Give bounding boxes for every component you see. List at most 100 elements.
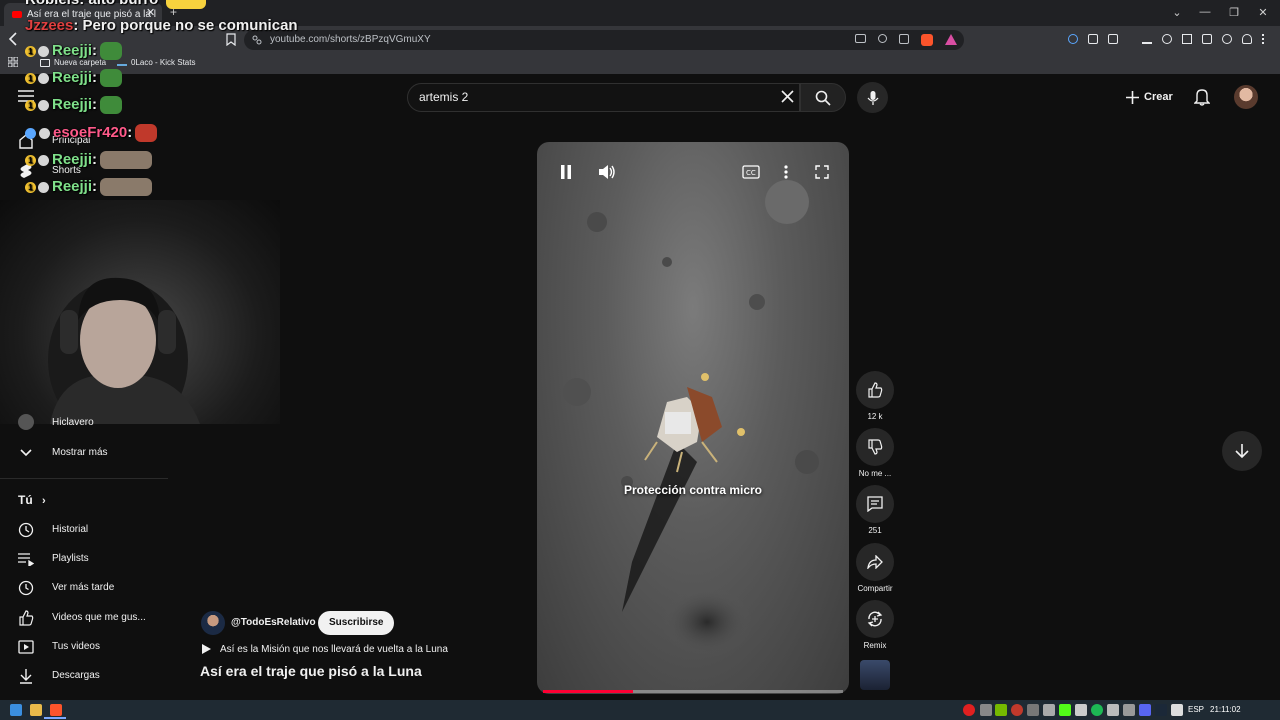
- taskbar-clock[interactable]: 21:11:02: [1210, 705, 1241, 714]
- back-icon[interactable]: [8, 32, 18, 46]
- sidebar-item-your-videos[interactable]: Tus videos: [0, 632, 168, 661]
- volume-button[interactable]: [592, 157, 622, 187]
- playlist-link[interactable]: Así es la Misión que nos llevará de vuel…: [201, 643, 448, 655]
- channel-handle[interactable]: @TodoEsRelativo: [231, 617, 316, 628]
- chat-message: Jzzees: Pero porque no se comunican: [25, 17, 298, 34]
- like-button[interactable]: [856, 371, 894, 409]
- downloads-icon: [0, 668, 52, 684]
- show-more-button[interactable]: Mostrar más: [0, 438, 168, 467]
- remix-button[interactable]: [856, 600, 894, 638]
- brave-browser-icon[interactable]: [50, 704, 62, 716]
- extensions-icon[interactable]: [1088, 34, 1098, 44]
- create-button[interactable]: Crear: [1120, 85, 1179, 109]
- minimize-icon[interactable]: —: [1198, 6, 1212, 18]
- comments-button[interactable]: [856, 485, 894, 523]
- brave-rewards-icon[interactable]: [945, 34, 957, 45]
- channel-avatar[interactable]: [201, 611, 225, 635]
- remix-label: Remix: [863, 641, 887, 650]
- windows-start-icon[interactable]: [10, 704, 22, 716]
- tray-kick-icon[interactable]: [1059, 704, 1071, 716]
- search-icon: [815, 90, 831, 106]
- windows-taskbar: [0, 700, 1280, 720]
- chevron-down-icon: [0, 448, 52, 457]
- sidebar-divider: [0, 478, 168, 479]
- sidebar-item-liked-videos[interactable]: Videos que me gus...: [0, 603, 168, 632]
- tray-app-icon[interactable]: [1027, 704, 1039, 716]
- omnibox-actions: [855, 34, 957, 46]
- cast-icon[interactable]: [855, 34, 866, 43]
- dislike-button[interactable]: [856, 428, 894, 466]
- wallet-icon[interactable]: [1202, 34, 1212, 44]
- vpn-shield-icon[interactable]: [1242, 34, 1252, 44]
- you-section-header[interactable]: Tú ›: [18, 493, 46, 507]
- moon-lander-video-frame: [563, 180, 819, 657]
- tray-microphone-icon[interactable]: [1107, 704, 1119, 716]
- tray-spotify-icon[interactable]: [1091, 704, 1103, 716]
- thumbs-down-icon: [868, 439, 883, 455]
- playlists-icon: [0, 552, 52, 566]
- apps-grid-icon[interactable]: [8, 57, 18, 67]
- volume-icon: [599, 165, 615, 179]
- tray-record-icon[interactable]: [963, 704, 975, 716]
- tray-discord-icon[interactable]: [1139, 704, 1151, 716]
- subscriber-badge-icon: 1: [25, 181, 36, 193]
- sidebar-item-history[interactable]: Historial: [0, 515, 168, 544]
- tray-app-icon[interactable]: [1075, 704, 1087, 716]
- audio-source-thumbnail[interactable]: [860, 660, 890, 690]
- tray-app-icon[interactable]: [980, 704, 992, 716]
- sidebar-toggle-icon[interactable]: [1182, 34, 1192, 44]
- keyboard-language[interactable]: ESP: [1188, 705, 1204, 714]
- webcam-overlay: [0, 200, 280, 424]
- bookmark-kick-stats[interactable]: 0Laco - Kick Stats: [117, 58, 195, 67]
- tray-nvidia-icon[interactable]: [995, 704, 1007, 716]
- video-caption: Protección contra micro: [623, 483, 763, 497]
- subscriber-badge-icon: 1: [25, 45, 36, 57]
- subscriber-badge-icon: 1: [25, 99, 36, 111]
- browser-menu-icon[interactable]: [1262, 34, 1266, 44]
- pepe-emote: [100, 42, 123, 61]
- share-page-icon[interactable]: [899, 34, 909, 44]
- sidebar-item-partial[interactable]: Hiclavero: [0, 412, 168, 432]
- window-close-icon[interactable]: ✕: [1256, 6, 1270, 19]
- extension-audio-icon[interactable]: [1068, 34, 1078, 44]
- tray-volume-icon[interactable]: [1171, 704, 1183, 716]
- more-options-button[interactable]: [771, 157, 801, 187]
- tray-app-icon[interactable]: [1043, 704, 1055, 716]
- subscribe-button[interactable]: Suscribirse: [318, 611, 395, 635]
- subscriber-badge-icon: 1: [25, 72, 36, 84]
- media-icon[interactable]: [1162, 34, 1172, 44]
- chat-badge-icon: [25, 127, 36, 139]
- search-button[interactable]: [800, 83, 846, 112]
- tray-app-icon[interactable]: [1011, 704, 1023, 716]
- maximize-icon[interactable]: ❐: [1227, 6, 1241, 19]
- leo-ai-icon[interactable]: [1222, 34, 1232, 44]
- chat-emote: [100, 178, 153, 197]
- brave-shields-icon[interactable]: [921, 34, 933, 46]
- file-explorer-icon[interactable]: [30, 704, 42, 716]
- voice-search-button[interactable]: [857, 82, 888, 113]
- tab-search-icon[interactable]: ⌄: [1170, 6, 1184, 19]
- zoom-icon[interactable]: [878, 34, 887, 43]
- extensions-area: [1068, 34, 1266, 44]
- search-input[interactable]: artemis 2: [407, 83, 800, 112]
- fullscreen-button[interactable]: [807, 157, 837, 187]
- tray-steam-icon[interactable]: [1155, 704, 1167, 716]
- chat-badge-icon: [38, 181, 49, 193]
- sidebar-item-playlists[interactable]: Playlists: [0, 544, 168, 573]
- tray-app-icon[interactable]: [1123, 704, 1135, 716]
- chat-emote: [100, 151, 153, 170]
- notifications-bell-icon[interactable]: [1194, 88, 1210, 106]
- bookmark-icon[interactable]: [226, 33, 236, 46]
- sidebar-item-downloads[interactable]: Descargas: [0, 661, 168, 690]
- share-button[interactable]: [856, 543, 894, 581]
- extension-translate-icon[interactable]: [1108, 34, 1118, 44]
- sidebar-item-watch-later[interactable]: Ver más tarde: [0, 573, 168, 602]
- clear-search-icon[interactable]: [781, 90, 794, 103]
- captions-button[interactable]: CC: [736, 157, 766, 187]
- site-info-icon[interactable]: [252, 35, 262, 45]
- account-avatar[interactable]: [1234, 85, 1258, 109]
- shorts-video-player[interactable]: [537, 142, 849, 694]
- pause-button[interactable]: [551, 157, 581, 187]
- downloads-toolbar-icon[interactable]: [1142, 34, 1152, 44]
- next-short-button[interactable]: [1222, 431, 1262, 471]
